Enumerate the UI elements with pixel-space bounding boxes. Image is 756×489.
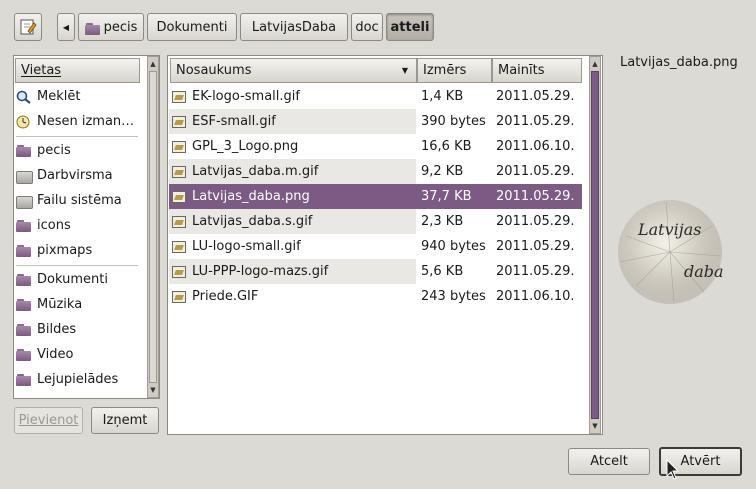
places-sidebar: Vietas Meklēt Nesen izman… pecis Darbvir… <box>13 55 160 399</box>
file-row[interactable]: Priede.GIF 243 bytes 2011.06.10. <box>169 284 582 309</box>
preview-image: Latvijas daba <box>616 196 724 308</box>
preview-filename: Latvijas_daba.png <box>620 55 738 70</box>
folder-icon <box>16 298 32 312</box>
path-crumb-latvijasdaba[interactable]: LatvijasDaba <box>240 13 348 41</box>
file-row[interactable]: LU-PPP-logo-mazs.gif 5,6 KB 2011.05.29. <box>169 259 582 284</box>
sort-down-icon: ▼ <box>401 66 408 75</box>
filesystem-icon <box>16 194 33 209</box>
cancel-button[interactable]: Atcelt <box>568 448 650 475</box>
scroll-down-icon[interactable]: ▼ <box>590 420 600 432</box>
sidebar-item-icons[interactable]: icons <box>14 213 140 238</box>
home-folder-icon <box>16 144 32 158</box>
file-row[interactable]: ESF-small.gif 390 bytes 2011.05.29. <box>169 109 582 134</box>
folder-icon <box>16 323 32 337</box>
image-file-icon <box>172 140 186 153</box>
path-crumb-home[interactable]: pecis <box>78 13 144 41</box>
sidebar-scrollbar[interactable]: ▲ ▼ <box>147 56 159 398</box>
places-header[interactable]: Vietas <box>15 58 140 83</box>
path-crumb-label: Dokumenti <box>156 19 228 35</box>
scrollbar-thumb[interactable] <box>149 71 157 383</box>
path-crumb-label: atteli <box>390 19 430 35</box>
add-bookmark-button[interactable]: Pievienot <box>14 407 83 434</box>
file-row[interactable]: Latvijas_daba.s.gif 2,3 KB 2011.05.29. <box>169 209 582 234</box>
column-header-name[interactable]: Nosaukums ▼ <box>170 58 417 83</box>
path-scroll-left-button[interactable]: ◀ <box>57 13 75 41</box>
sidebar-item-dokumenti[interactable]: Dokumenti <box>14 267 140 292</box>
latvijas-daba-logo-icon <box>618 200 722 304</box>
column-header-size[interactable]: Izmērs <box>417 58 492 83</box>
scroll-down-icon[interactable]: ▼ <box>148 384 158 396</box>
path-crumb-doc[interactable]: doc <box>351 13 383 41</box>
image-file-icon <box>172 215 186 228</box>
sidebar-item-home[interactable]: pecis <box>14 138 140 163</box>
sidebar-item-filesystem[interactable]: Failu sistēma <box>14 188 140 213</box>
pencil-icon <box>20 19 37 35</box>
desktop-icon <box>16 169 33 184</box>
search-icon <box>16 90 32 104</box>
column-header-modified[interactable]: Mainīts <box>492 58 582 83</box>
sidebar-item-recent[interactable]: Nesen izman… <box>14 109 140 134</box>
file-row[interactable]: EK-logo-small.gif 1,4 KB 2011.05.29. <box>169 84 582 109</box>
image-file-icon <box>172 240 186 253</box>
arrow-left-icon: ◀ <box>62 22 70 32</box>
scrollbar-thumb[interactable] <box>591 71 599 419</box>
sidebar-item-search[interactable]: Meklēt <box>14 84 140 109</box>
recent-icon <box>16 115 32 129</box>
file-row-selected[interactable]: Latvijas_daba.png 37,7 KB 2011.05.29. <box>169 184 582 209</box>
sidebar-separator <box>16 265 138 266</box>
type-location-button[interactable] <box>14 13 42 41</box>
remove-bookmark-button[interactable]: Izņemt <box>91 407 159 434</box>
sidebar-item-lejupielades[interactable]: Lejupielādes <box>14 367 140 392</box>
file-list: Nosaukums ▼ Izmērs Mainīts EK-logo-small… <box>167 55 603 435</box>
home-folder-icon <box>84 22 100 35</box>
sidebar-separator <box>16 136 138 137</box>
path-crumb-label: LatvijasDaba <box>251 19 337 35</box>
mouse-cursor-icon <box>666 459 680 480</box>
file-row[interactable]: LU-logo-small.gif 940 bytes 2011.05.29. <box>169 234 582 259</box>
image-file-icon <box>172 290 186 303</box>
path-crumb-dokumenti[interactable]: Dokumenti <box>147 13 237 41</box>
folder-icon <box>16 373 32 387</box>
file-row[interactable]: GPL_3_Logo.png 16,6 KB 2011.06.10. <box>169 134 582 159</box>
image-file-icon <box>172 115 186 128</box>
image-file-icon <box>172 165 186 178</box>
folder-icon <box>16 244 32 258</box>
sidebar-item-muzika[interactable]: Mūzika <box>14 292 140 317</box>
path-crumb-label: pecis <box>103 19 138 35</box>
sidebar-item-bildes[interactable]: Bildes <box>14 317 140 342</box>
folder-icon <box>16 219 32 233</box>
path-crumb-atteli[interactable]: atteli <box>386 13 434 41</box>
image-file-icon <box>172 190 186 203</box>
file-row[interactable]: Latvijas_daba.m.gif 9,2 KB 2011.05.29. <box>169 159 582 184</box>
sidebar-item-video[interactable]: Video <box>14 342 140 367</box>
image-file-icon <box>172 265 186 278</box>
logo-text-line2: daba <box>684 262 724 281</box>
path-crumb-label: doc <box>355 19 379 35</box>
scroll-up-icon[interactable]: ▲ <box>590 58 600 70</box>
scroll-up-icon[interactable]: ▲ <box>148 58 158 70</box>
file-list-scrollbar[interactable]: ▲ ▼ <box>589 56 601 434</box>
folder-icon <box>16 348 32 362</box>
sidebar-item-desktop[interactable]: Darbvirsma <box>14 163 140 188</box>
sidebar-item-pixmaps[interactable]: pixmaps <box>14 238 140 263</box>
logo-text-line1: Latvijas <box>638 220 702 239</box>
folder-icon <box>16 273 32 287</box>
image-file-icon <box>172 90 186 103</box>
